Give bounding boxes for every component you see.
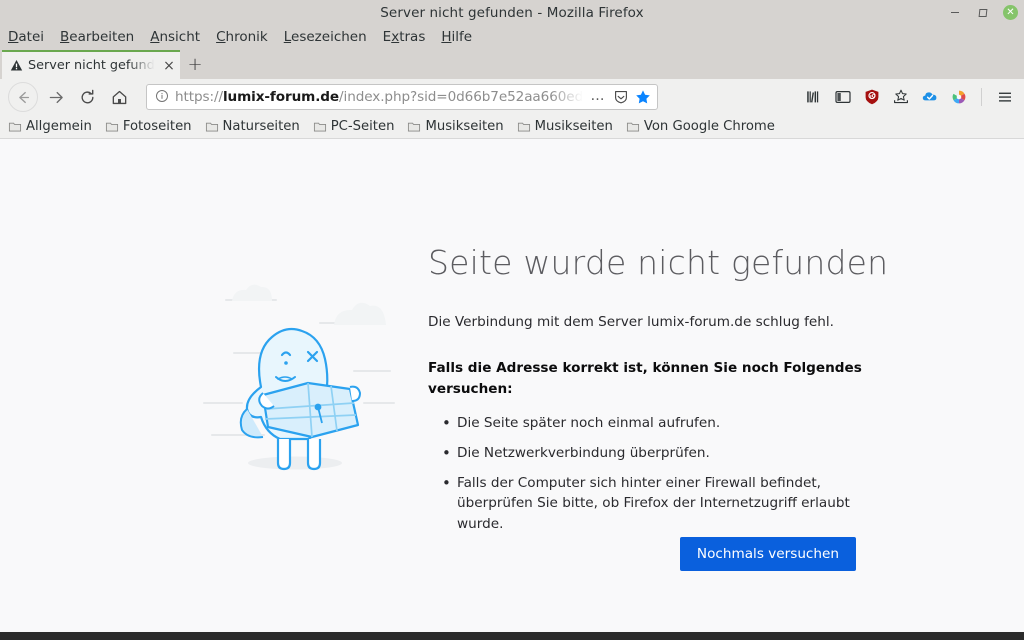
error-suggestion-header: Falls die Adresse korrekt ist, können Si…: [428, 360, 862, 397]
url-text[interactable]: https://lumix-forum.de/index.php?sid=0d6…: [175, 89, 583, 105]
svg-text:uO: uO: [868, 93, 875, 99]
back-arrow-icon: [18, 91, 29, 103]
pocket-tray-icon[interactable]: [891, 88, 910, 107]
firefox-window: Server nicht gefunden - Mozilla Firefox …: [0, 0, 1024, 640]
bookmark-item[interactable]: Fotoseiten: [105, 119, 192, 134]
url-host: lumix-forum.de: [222, 89, 340, 105]
folder-icon: [205, 122, 218, 131]
bookmarks-bar: Allgemein Fotoseiten Naturseiten PC-Seit…: [0, 115, 1024, 139]
home-icon: [112, 90, 126, 104]
sync-cloud-icon[interactable]: [920, 88, 939, 107]
folder-icon: [517, 122, 530, 131]
reload-icon: [81, 89, 94, 103]
retry-button[interactable]: Nochmals versuchen: [679, 537, 856, 571]
page-content: Seite wurde nicht gefunden Die Verbindun…: [0, 139, 1024, 632]
title-bar: Server nicht gefunden - Mozilla Firefox …: [0, 0, 1024, 25]
menu-hilfe[interactable]: Hilfe: [441, 29, 472, 45]
folder-icon: [408, 122, 421, 131]
folder-icon: [8, 122, 22, 131]
menu-chronik[interactable]: Chronik: [216, 29, 268, 45]
library-icon[interactable]: [804, 88, 823, 107]
menu-bar: Datei Bearbeiten Ansicht Chronik Lesezei…: [0, 25, 1024, 49]
sidebar-icon[interactable]: [833, 88, 852, 107]
list-item: Die Seite später noch einmal aufrufen.: [442, 412, 898, 434]
bookmark-item[interactable]: PC-Seiten: [313, 119, 395, 134]
bookmark-label: Musikseiten: [534, 119, 613, 134]
menu-datei[interactable]: Datei: [8, 29, 44, 45]
warning-triangle-icon: [10, 60, 23, 71]
bookmark-label: PC-Seiten: [330, 119, 395, 134]
close-button[interactable]: ✕: [1003, 5, 1018, 20]
url-path: /index.php?sid=0d66b7e52aa660edc095: [339, 89, 583, 105]
tab-title: Server nicht gefunden: [28, 58, 157, 73]
list-item: Falls der Computer sich hinter einer Fir…: [442, 472, 898, 533]
ublock-origin-icon[interactable]: uO: [862, 88, 881, 107]
url-scheme: https://: [175, 89, 223, 105]
bookmark-label: Naturseiten: [222, 119, 300, 134]
bookmark-item[interactable]: Naturseiten: [205, 119, 300, 134]
bookmark-item[interactable]: Von Google Chrome: [626, 119, 775, 134]
bookmark-label: Allgemein: [26, 119, 92, 134]
bookmark-label: Fotoseiten: [122, 119, 192, 134]
menu-bearbeiten[interactable]: Bearbeiten: [60, 29, 134, 45]
window-title: Server nicht gefunden - Mozilla Firefox: [380, 4, 644, 21]
info-circle-icon[interactable]: [155, 88, 169, 107]
reload-button[interactable]: [72, 82, 102, 112]
menu-lesezeichen[interactable]: Lesezeichen: [284, 29, 367, 45]
page-actions-button[interactable]: …: [589, 88, 608, 107]
maximize-button[interactable]: [975, 5, 990, 20]
toolbar-divider: [981, 88, 982, 106]
bookmark-item[interactable]: Musikseiten: [517, 119, 613, 134]
minimize-button[interactable]: [947, 5, 962, 20]
window-controls: ✕: [947, 0, 1018, 25]
forward-arrow-icon: [49, 91, 63, 103]
bookmark-item[interactable]: Musikseiten: [407, 119, 504, 134]
folder-icon: [313, 122, 326, 131]
home-button[interactable]: [104, 82, 134, 112]
folder-icon: [626, 122, 639, 131]
reader-shield-icon[interactable]: [613, 89, 629, 105]
tab-close-icon[interactable]: ×: [162, 59, 176, 73]
new-tab-button[interactable]: +: [180, 50, 210, 79]
menu-extras[interactable]: Extras: [383, 29, 426, 45]
menu-ansicht[interactable]: Ansicht: [150, 29, 200, 45]
navigation-toolbar: https://lumix-forum.de/index.php?sid=0d6…: [0, 79, 1024, 115]
page-title: Seite wurde nicht gefunden: [428, 243, 889, 282]
bookmark-label: Musikseiten: [425, 119, 504, 134]
error-message-box: Seite wurde nicht gefunden Die Verbindun…: [428, 244, 898, 544]
bookmark-item[interactable]: Allgemein: [8, 119, 92, 134]
retry-button-container: Nochmals versuchen: [428, 537, 856, 571]
error-lead-text: Die Verbindung mit dem Server lumix-foru…: [428, 313, 834, 330]
error-suggestion-list: Die Seite später noch einmal aufrufen. D…: [442, 412, 898, 534]
forward-button[interactable]: [40, 82, 70, 112]
extension-wheel-icon[interactable]: [949, 88, 968, 107]
back-button[interactable]: [8, 82, 38, 112]
app-menu-button[interactable]: [995, 88, 1014, 107]
list-item: Die Netzwerkverbindung überprüfen.: [442, 442, 898, 464]
folder-icon: [105, 122, 118, 131]
bookmark-label: Von Google Chrome: [643, 119, 775, 134]
url-bar[interactable]: https://lumix-forum.de/index.php?sid=0d6…: [146, 84, 658, 110]
lost-creature-with-map-illustration: [203, 284, 395, 471]
window-bottom-bar: [0, 632, 1024, 640]
bookmark-star-icon[interactable]: [635, 89, 651, 105]
tab-strip: Server nicht gefunden × +: [0, 49, 1024, 79]
tab-active[interactable]: Server nicht gefunden ×: [2, 50, 180, 79]
toolbar-right-icons: uO: [804, 88, 1016, 107]
